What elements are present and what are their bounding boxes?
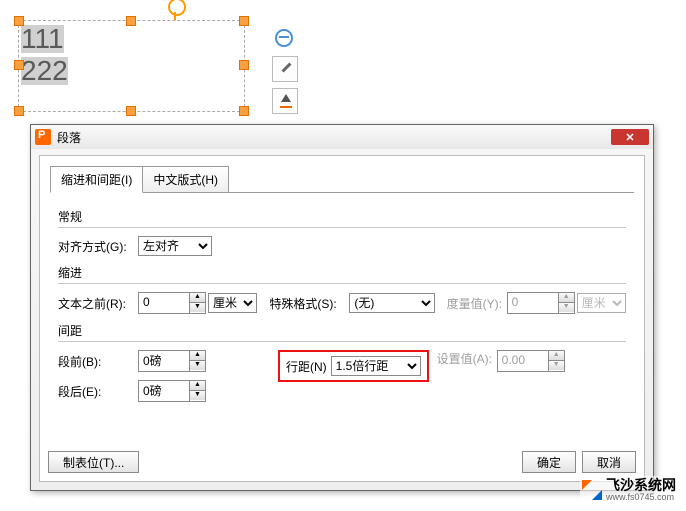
before-text-unit[interactable]: 厘米 bbox=[208, 293, 257, 313]
close-button[interactable]: ✕ bbox=[611, 129, 649, 145]
tabstrip: 缩进和间距(I) 中文版式(H) bbox=[50, 166, 644, 193]
measure-unit: 厘米 bbox=[577, 293, 626, 313]
group-general-label: 常规 bbox=[58, 208, 626, 225]
space-before-input[interactable] bbox=[139, 351, 189, 369]
line-spacing-label: 行距(N) bbox=[286, 358, 327, 375]
spin-down[interactable]: ▼ bbox=[190, 391, 205, 400]
special-format-select[interactable]: (无) bbox=[349, 293, 434, 313]
measure-input bbox=[508, 293, 558, 311]
pencil-icon bbox=[278, 62, 292, 76]
edit-button[interactable] bbox=[272, 56, 298, 82]
group-spacing-label: 间距 bbox=[58, 322, 626, 339]
watermark-logo-icon bbox=[582, 480, 602, 500]
special-format-label: 特殊格式(S): bbox=[269, 295, 349, 312]
line-spacing-highlight: 行距(N) 1.5倍行距 bbox=[278, 350, 429, 382]
text-line-2: 222 bbox=[21, 57, 68, 85]
alignment-label: 对齐方式(G): bbox=[58, 238, 138, 255]
spin-down: ▼ bbox=[559, 303, 574, 312]
tab-label: 中文版式(H) bbox=[153, 173, 218, 187]
spin-down[interactable]: ▼ bbox=[190, 303, 205, 312]
watermark-url: www.fs0745.com bbox=[606, 493, 676, 503]
spin-down[interactable]: ▼ bbox=[190, 361, 205, 370]
tab-indent-spacing[interactable]: 缩进和间距(I) bbox=[50, 166, 143, 193]
titlebar[interactable]: 段落 ✕ bbox=[31, 125, 653, 149]
button-label: 确定 bbox=[537, 454, 561, 471]
tabs-button[interactable]: 制表位(T)... bbox=[48, 451, 139, 473]
divider bbox=[58, 283, 626, 284]
before-text-label: 文本之前(R): bbox=[58, 295, 138, 312]
resize-handle[interactable] bbox=[14, 60, 24, 70]
paint-bucket-icon bbox=[278, 94, 292, 108]
tab-chinese-layout[interactable]: 中文版式(H) bbox=[142, 166, 229, 193]
set-at-label: 设置值(A): bbox=[437, 350, 497, 367]
spin-up: ▲ bbox=[559, 293, 574, 303]
divider bbox=[58, 227, 626, 228]
divider bbox=[58, 341, 626, 342]
spin-up[interactable]: ▲ bbox=[190, 381, 205, 391]
space-after-input[interactable] bbox=[139, 381, 189, 399]
textbox-selection: 111 222 bbox=[18, 0, 243, 110]
space-after-spinner[interactable]: ▲▼ bbox=[138, 380, 206, 402]
measure-spinner: ▲▼ bbox=[507, 292, 575, 314]
textbox-content[interactable]: 111 222 bbox=[21, 23, 68, 87]
spin-up[interactable]: ▲ bbox=[190, 351, 205, 361]
textbox[interactable]: 111 222 bbox=[18, 20, 245, 112]
text-line-1: 111 bbox=[21, 25, 64, 53]
set-at-input bbox=[498, 351, 548, 369]
dialog-body: 缩进和间距(I) 中文版式(H) 常规 对齐方式(G): 左对齐 缩进 文本之前… bbox=[39, 155, 645, 482]
group-indent-label: 缩进 bbox=[58, 264, 626, 281]
rotation-line bbox=[174, 12, 176, 20]
space-after-label: 段后(E): bbox=[58, 383, 138, 400]
before-text-spinner[interactable]: ▲▼ bbox=[138, 292, 206, 314]
dialog-title: 段落 bbox=[57, 129, 611, 146]
measure-label: 度量值(Y): bbox=[447, 295, 507, 312]
app-icon bbox=[35, 129, 51, 145]
tab-panel: 常规 对齐方式(G): 左对齐 缩进 文本之前(R): ▲▼ 厘米 特殊格式(S… bbox=[40, 194, 644, 416]
alignment-select[interactable]: 左对齐 bbox=[138, 236, 212, 256]
minus-circle-icon bbox=[275, 29, 293, 47]
button-label: 制表位(T)... bbox=[63, 454, 124, 471]
resize-handle[interactable] bbox=[14, 106, 24, 116]
spin-up: ▲ bbox=[549, 351, 564, 361]
watermark-name: 飞沙系统网 bbox=[606, 478, 676, 493]
fill-button[interactable] bbox=[272, 88, 298, 114]
collapse-button[interactable] bbox=[272, 26, 296, 50]
spin-up[interactable]: ▲ bbox=[190, 293, 205, 303]
resize-handle[interactable] bbox=[126, 106, 136, 116]
space-before-spinner[interactable]: ▲▼ bbox=[138, 350, 206, 372]
button-label: 取消 bbox=[597, 454, 621, 471]
resize-handle[interactable] bbox=[239, 60, 249, 70]
paragraph-dialog: 段落 ✕ 缩进和间距(I) 中文版式(H) 常规 对齐方式(G): 左对齐 缩进… bbox=[30, 124, 654, 491]
space-before-label: 段前(B): bbox=[58, 353, 138, 370]
watermark: 飞沙系统网 www.fs0745.com bbox=[580, 476, 678, 505]
resize-handle[interactable] bbox=[239, 106, 249, 116]
resize-handle[interactable] bbox=[239, 16, 249, 26]
before-text-input[interactable] bbox=[139, 293, 189, 311]
line-spacing-select[interactable]: 1.5倍行距 bbox=[331, 356, 421, 376]
floating-toolbar bbox=[272, 26, 298, 120]
resize-handle[interactable] bbox=[14, 16, 24, 26]
rotation-handle[interactable] bbox=[168, 0, 186, 16]
set-at-spinner: ▲▼ bbox=[497, 350, 565, 372]
resize-handle[interactable] bbox=[126, 16, 136, 26]
dialog-buttons: 制表位(T)... 确定 取消 bbox=[48, 451, 636, 473]
ok-button[interactable]: 确定 bbox=[522, 451, 576, 473]
cancel-button[interactable]: 取消 bbox=[582, 451, 636, 473]
tab-label: 缩进和间距(I) bbox=[61, 173, 132, 187]
spin-down: ▼ bbox=[549, 361, 564, 370]
